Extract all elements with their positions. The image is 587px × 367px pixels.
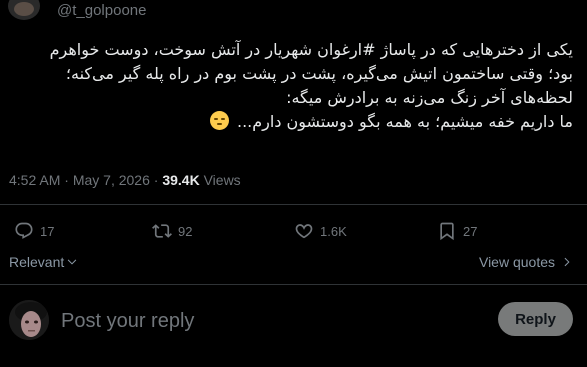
bookmark-icon [440, 222, 454, 241]
tweet-text: یکی از دخترهایی که در پاساژ #ارغوان شهری… [8, 38, 573, 134]
meta-separator: · [64, 172, 69, 188]
tweet-time[interactable]: 4:52 AM [9, 172, 60, 188]
heart-icon [295, 224, 313, 239]
tweet-meta: 4:52 AM · May 7, 2026 · 39.4K Views [9, 172, 241, 188]
views-label: Views [203, 172, 241, 188]
sort-relevant-label: Relevant [9, 254, 65, 270]
user-avatar[interactable] [9, 300, 49, 340]
views-count: 39.4K [162, 172, 200, 188]
pensive-face-icon [209, 111, 229, 130]
view-quotes-link[interactable]: View quotes [479, 254, 573, 270]
reply-count: 17 [40, 223, 55, 239]
repost-count: 92 [178, 223, 193, 239]
like-count: 1.6K [320, 223, 347, 239]
author-handle[interactable]: @t_golpoone [57, 2, 146, 19]
reply-button[interactable]: Reply [498, 302, 573, 336]
reply-sort-row: Relevant View quotes [0, 253, 587, 273]
user-avatar-image [9, 300, 49, 340]
divider [0, 204, 587, 205]
like-action-button[interactable]: 1.6K [294, 221, 347, 241]
bookmark-count: 27 [463, 223, 478, 239]
divider [0, 284, 587, 285]
meta-separator: · [153, 172, 159, 188]
repost-action-button[interactable]: 92 [152, 221, 192, 241]
tweet-line: یکی از دخترهایی که در پاساژ #ارغوان شهری… [49, 40, 573, 59]
reply-action-button[interactable]: 17 [14, 221, 54, 241]
tweet-date[interactable]: May 7, 2026 [73, 172, 150, 188]
tweet-line: لحظه‌های آخر زنگ می‌زنه به برادرش میگه: [286, 88, 573, 107]
tweet-line: ما داریم خفه میشیم؛ به همه بگو دوستشون د… [8, 110, 573, 134]
tweet-line: بود؛ وقتی ساختمون اتیش می‌گیره، پشت در پ… [65, 64, 573, 83]
repost-icon [152, 224, 172, 238]
reply-input[interactable] [59, 306, 463, 336]
chevron-right-icon [564, 257, 570, 267]
bookmark-action-button[interactable]: 27 [437, 221, 477, 241]
reply-icon [15, 222, 33, 239]
author-avatar[interactable] [8, 0, 40, 20]
sort-relevant-dropdown[interactable]: Relevant [9, 254, 78, 270]
view-quotes-label: View quotes [478, 254, 555, 270]
action-bar: 17 92 1.6K 27 [0, 221, 587, 243]
chevron-down-icon [68, 259, 77, 265]
tweet-line-text: ما داریم خفه میشیم؛ به همه بگو دوستشون د… [236, 112, 573, 131]
